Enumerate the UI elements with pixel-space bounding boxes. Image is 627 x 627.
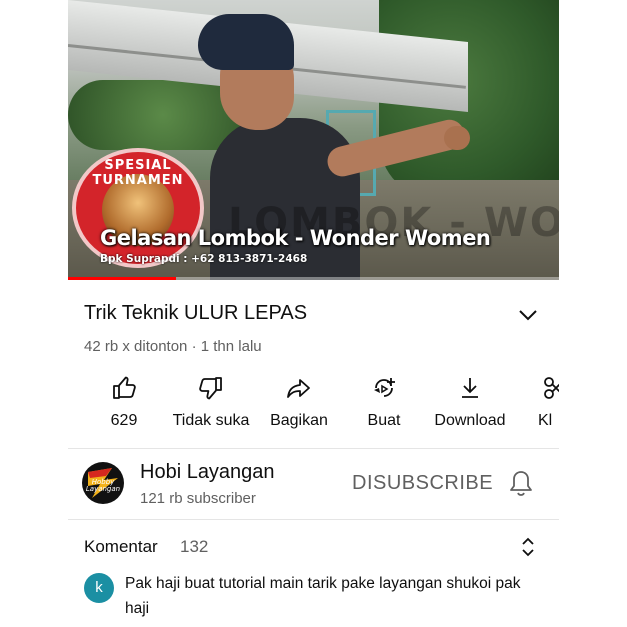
thumbs-down-icon — [199, 377, 222, 400]
divider — [68, 519, 559, 520]
divider — [68, 448, 559, 449]
comment-text[interactable]: Pak haji buat tutorial main tarik pake l… — [125, 571, 545, 621]
video-person-cap — [198, 14, 294, 70]
video-progress-fill — [68, 277, 177, 280]
dislike-label: Tidak suka — [172, 412, 250, 429]
like-button[interactable]: 629 — [100, 374, 148, 430]
comments-label[interactable]: Komentar — [84, 537, 158, 557]
create-button[interactable]: Buat — [358, 374, 410, 430]
video-overlay-subtitle: Bpk Suprapdi : +62 813-3871-2468 — [100, 253, 308, 265]
video-meta[interactable]: 42 rb x ditonton · 1 thn lalu — [84, 338, 262, 355]
channel-avatar-text: Hobby Layangan — [85, 478, 121, 493]
channel-name[interactable]: Hobi Layangan — [140, 461, 275, 484]
clip-icon — [544, 377, 559, 399]
video-person-hand — [444, 126, 470, 150]
bell-icon[interactable] — [508, 469, 534, 497]
share-button[interactable]: Bagikan — [264, 374, 334, 430]
video-title[interactable]: Trik Teknik ULUR LEPAS — [84, 302, 307, 325]
clip-button[interactable]: Kl — [538, 374, 559, 430]
app-screen: LOMBOK - WONDER WOMEN SPESIAL TURNAMEN G… — [68, 0, 559, 627]
subscribed-button[interactable]: DISUBSCRIBE — [352, 472, 493, 495]
share-label: Bagikan — [270, 412, 328, 429]
badge-text: SPESIAL TURNAMEN — [92, 158, 184, 188]
clip-label: Kl — [538, 412, 553, 429]
chevron-down-icon[interactable] — [516, 305, 540, 325]
video-progress-bar[interactable] — [68, 277, 559, 280]
like-count: 629 — [110, 412, 138, 429]
expand-collapse-icon[interactable] — [520, 536, 536, 558]
download-label: Download — [434, 412, 506, 429]
tournament-badge: SPESIAL TURNAMEN — [72, 148, 204, 268]
video-player[interactable]: LOMBOK - WONDER WOMEN SPESIAL TURNAMEN G… — [68, 0, 559, 280]
download-icon — [462, 378, 478, 398]
share-icon — [287, 379, 310, 398]
channel-avatar[interactable]: Hobby Layangan — [82, 462, 124, 504]
video-overlay-title: Gelasan Lombok - Wonder Women — [100, 226, 491, 250]
comments-count: 132 — [180, 537, 209, 556]
create-label: Buat — [367, 412, 401, 429]
subscriber-count: 121 rb subscriber — [140, 490, 256, 507]
action-bar: 629 Tidak suka Bagikan Buat Download Kl — [68, 374, 559, 440]
commenter-avatar[interactable]: k — [84, 573, 114, 603]
create-icon — [374, 378, 395, 397]
download-button[interactable]: Download — [430, 374, 510, 430]
dislike-button[interactable]: Tidak suka — [166, 374, 256, 430]
thumbs-up-icon — [113, 376, 136, 399]
